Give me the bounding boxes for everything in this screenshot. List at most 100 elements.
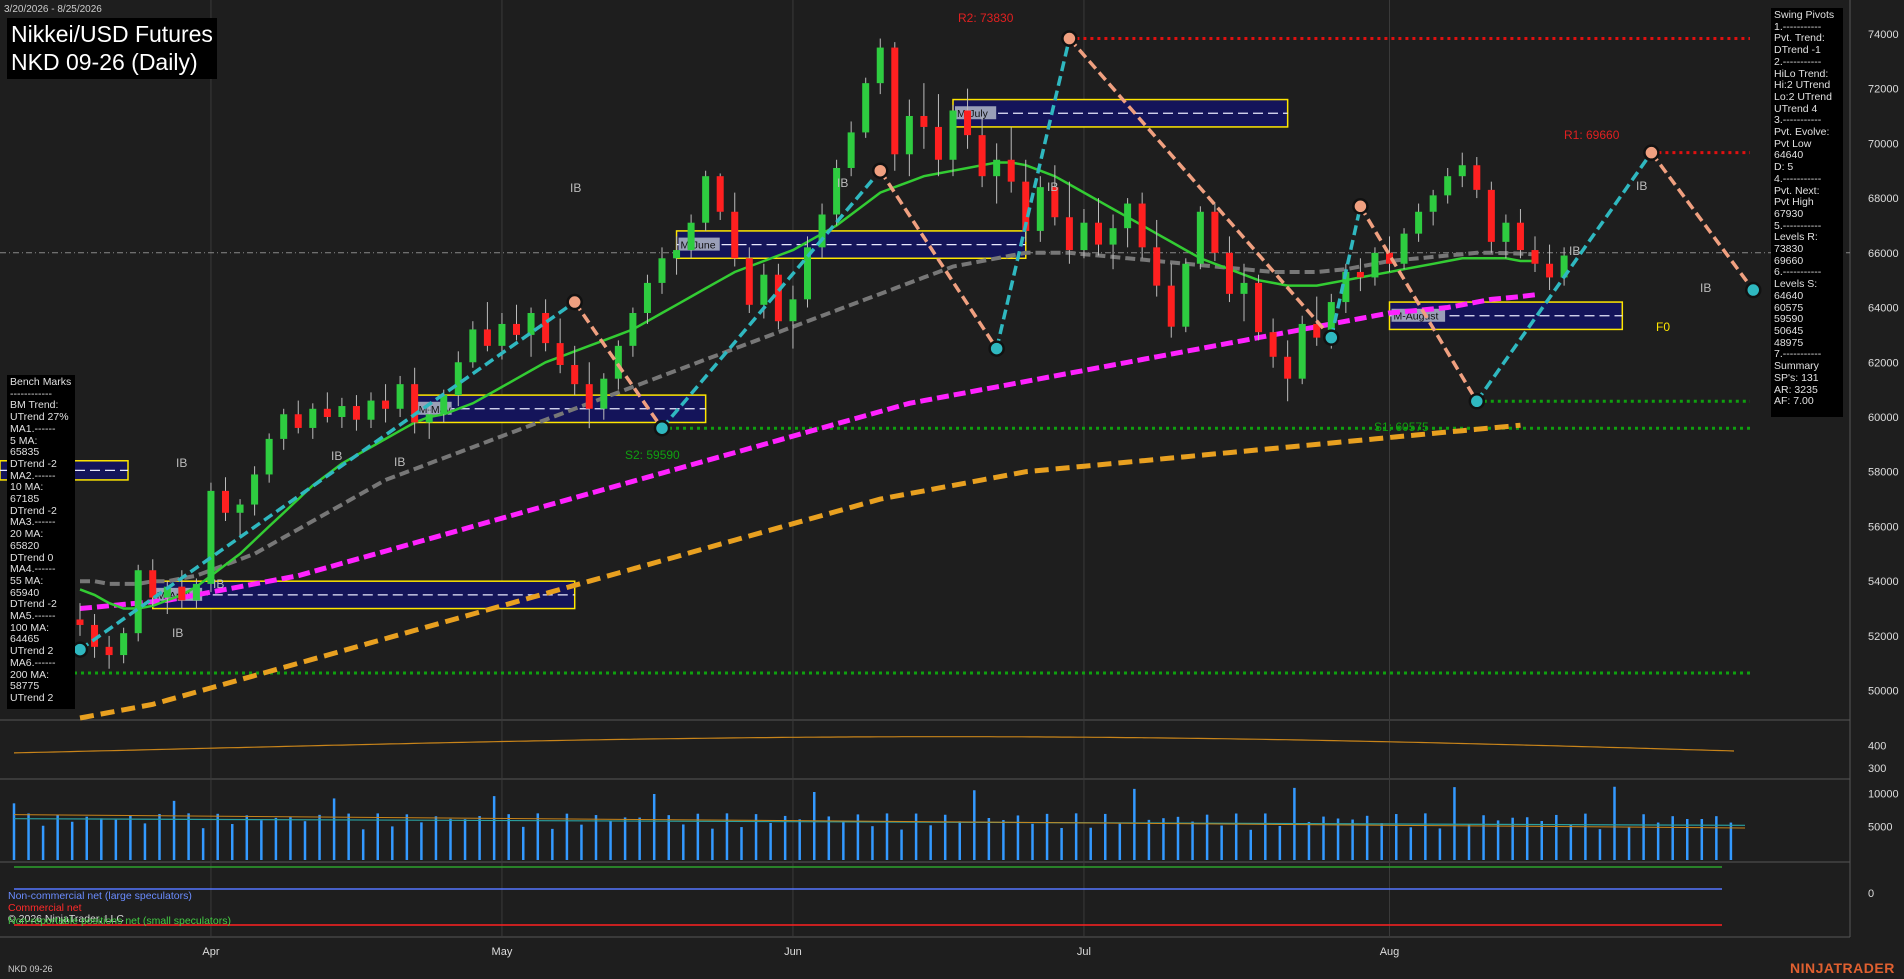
candle-body [1167,285,1175,327]
swing-line [994,38,1072,349]
candle-body [1415,211,1423,234]
ib-label: IB [837,176,848,190]
swing-pivot-marker [1323,329,1340,346]
candle-body [716,176,724,212]
s1-label: S1: 60575 [1374,420,1429,434]
candle-body [978,135,986,177]
candle-body [934,126,942,160]
x-tick-label: Aug [1380,946,1400,958]
candle-body [1531,250,1539,264]
y-tick-label: 72000 [1868,84,1899,96]
candle-body [920,115,928,127]
candle-body [571,365,579,385]
candle-body [629,313,637,346]
candle-body [323,408,331,417]
swing-pivots-line: 2.----------- [1774,55,1822,68]
ib-label: IB [176,456,187,470]
candle-body [236,504,244,513]
candle-body [687,222,695,251]
candle-body [1284,356,1292,379]
bench-marks-line: MA1.------ [10,422,56,435]
candle-body [949,110,957,160]
month-box-label: M-July [957,108,989,120]
swing-pivots-line: SP's: 131 [1774,371,1819,384]
volume-tick-label: 5000 [1868,822,1892,834]
indicator-tick-label: 300 [1868,763,1886,775]
y-tick-label: 70000 [1868,138,1899,150]
y-tick-label: 66000 [1868,248,1899,260]
swing-pivot-marker [1352,198,1369,215]
y-tick-label: 56000 [1868,521,1899,533]
chart-title-box: Nikkei/USD Futures NKD 09-26 (Daily) [7,18,217,79]
swing-line [1649,151,1755,292]
candle-body [1356,271,1364,278]
candle-body [1487,189,1495,242]
candle-body [1400,233,1408,264]
swing-line [1475,151,1653,403]
ib-label: IB [1700,281,1711,295]
swing-pivot-marker [872,162,889,179]
indicator-tick-label: 400 [1868,740,1886,752]
candle-body [367,400,375,420]
swing-pivot-marker [653,419,671,437]
candle-body [1065,217,1073,251]
instrument-name: Nikkei/USD Futures [11,21,213,47]
candle-body [1036,187,1044,231]
ib-label: IB [1636,179,1647,193]
candle-body [338,406,346,417]
swing-pivots-line: 64640 [1774,289,1804,302]
candle-body [265,438,273,475]
x-tick-label: Apr [202,946,219,958]
candle-body [542,313,550,344]
candle-body [745,258,753,305]
swing-pivots-line: 67930 [1774,207,1804,220]
candle-body [876,47,884,84]
ib-label: IB [213,577,224,591]
y-tick-label: 50000 [1868,686,1899,698]
r2-label: R2: 73830 [958,11,1014,25]
candle-body [891,47,899,155]
bench-marks-line: 67185 [10,493,40,506]
candle-body [280,414,288,439]
swing-pivots-line: Pvt. Evolve: [1774,126,1830,139]
candle-body [600,378,608,409]
candle-body [1371,252,1379,278]
swing-pivots-panel: Swing Pivots 1.----------- Pvt. Trend: DTre… [1771,8,1843,417]
candle-body [1502,222,1510,242]
f0-label: F0 [1656,320,1670,334]
x-tick-label: Jun [784,946,802,958]
swing-pivots-line: 50645 [1774,324,1804,337]
candle-body [513,323,520,335]
y-tick-label: 64000 [1868,303,1899,315]
candle-body [993,159,1001,177]
x-tick-label: May [492,946,513,958]
candle-body [382,400,390,409]
ma20-line [79,161,1535,610]
candle-body [120,633,128,656]
ib-label: IB [394,455,405,469]
candle-body [789,299,797,322]
candle-body [556,343,564,365]
candle-body [309,408,317,428]
price-chart[interactable]: Apr May Jun Jul Aug5000052000540005600058000… [0,0,1904,979]
legend-noncommercial: Non-commercial net (large speculators) [8,890,192,902]
volume-ma-line [13,814,1746,829]
candle-body [847,132,855,168]
candle-body [1124,203,1132,229]
ib-label: IB [1047,180,1058,194]
legend-nonreportable: Non-reportable positions net (small spec… [8,915,231,927]
candle-body [483,329,491,346]
y-tick-label: 68000 [1868,193,1899,205]
candle-body [178,586,186,601]
swing-pivots-line: 4.----------- [1774,172,1822,185]
candle-body [425,414,433,423]
candle-body [731,211,739,259]
brand-logo: NINJATRADER [1790,960,1895,976]
swing-pivots-line: 73830 [1774,243,1804,256]
candle-body [1007,159,1015,182]
candle-body [105,646,113,656]
candle-body [760,274,768,305]
candle-body [1429,195,1437,212]
y-tick-label: 60000 [1868,412,1899,424]
candle-body [1196,211,1204,264]
